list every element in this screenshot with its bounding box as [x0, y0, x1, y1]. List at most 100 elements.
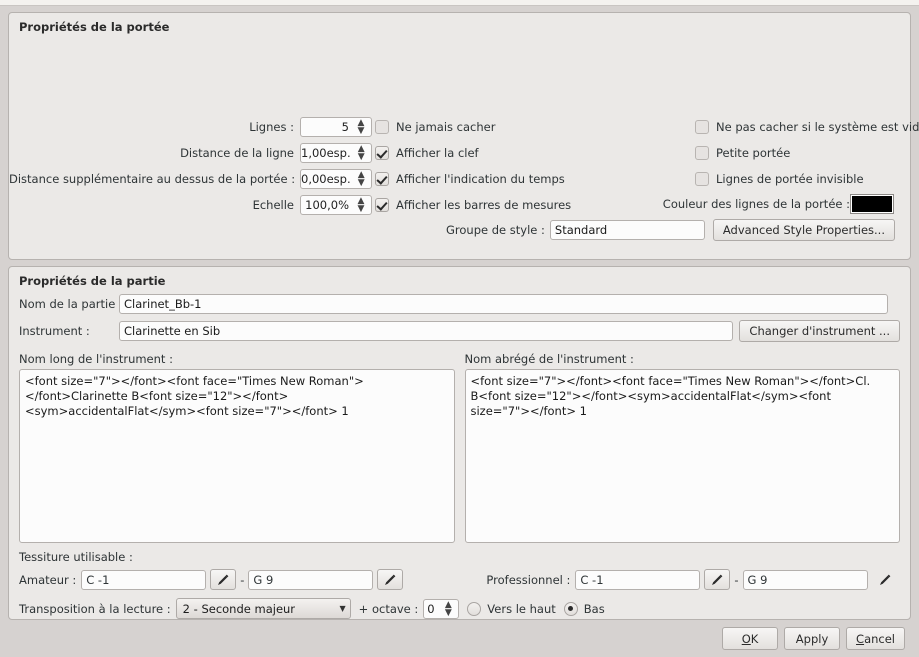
part-name-value: Clarinet_Bb-1 [124, 297, 202, 311]
cancel-mnemonic: C [856, 631, 865, 646]
amateur-min-input[interactable]: C -1 [81, 569, 207, 590]
line-distance-value: 1,00esp. [301, 146, 351, 160]
part-name-label: Nom de la partie : [19, 297, 123, 311]
instrument-names-columns: Nom long de l'instrument : <font size="7… [19, 344, 900, 543]
radio-button-selected-icon[interactable] [563, 601, 578, 616]
scale-label: Echelle [252, 198, 294, 212]
invisible-staff-lines-checkbox[interactable]: Lignes de portée invisible [695, 172, 864, 186]
professional-label: Professionnel : [486, 572, 571, 587]
staff-line-color-swatch[interactable] [850, 194, 894, 214]
amateur-max-pencil-button[interactable] [377, 569, 404, 590]
transposition-select[interactable]: 2 - Seconde majeur ▼ [175, 598, 351, 619]
line-distance-label: Distance de la ligne [180, 146, 294, 160]
short-name-textarea[interactable]: <font size="7"></font><font face="Times … [464, 369, 900, 543]
checkbox-check-icon[interactable] [375, 198, 389, 212]
staff-checkbox-column-1: Ne jamais cacher Afficher la clef Affich… [375, 116, 571, 220]
professional-min-pencil-button[interactable] [704, 569, 731, 590]
line-distance-spinbox[interactable]: 1,00esp. ▲ ▼ [300, 143, 372, 163]
staff-properties-title: Propriétés de la portée [19, 20, 170, 34]
checkbox-box-icon[interactable] [375, 120, 389, 134]
extra-distance-value: 0,00esp. [301, 172, 351, 186]
amateur-range-separator: - [240, 572, 245, 587]
transposition-value: 2 - Seconde majeur [182, 601, 296, 616]
invisible-staff-lines-label: Lignes de portée invisible [716, 172, 864, 186]
octave-spinbox[interactable]: 0 ▲ ▼ [423, 598, 460, 619]
never-hide-checkbox[interactable]: Ne jamais cacher [375, 120, 495, 134]
chevron-down-icon: ▼ [339, 604, 346, 613]
direction-down-radio[interactable]: Bas [563, 601, 605, 616]
staff-lines-value: 5 [341, 120, 349, 134]
spinner-arrows-icon[interactable]: ▲ ▼ [353, 119, 371, 136]
spinner-arrows-icon[interactable]: ▲ ▼ [353, 145, 371, 162]
checkbox-box-icon[interactable] [695, 120, 709, 134]
long-name-column: Nom long de l'instrument : <font size="7… [19, 344, 455, 543]
part-properties-title: Propriétés de la partie [19, 274, 166, 288]
ok-rest: K [750, 631, 759, 646]
spinner-arrows-icon[interactable]: ▲ ▼ [353, 197, 371, 214]
checkbox-row: Petite portée [695, 142, 919, 164]
cancel-rest: ancel [864, 631, 895, 646]
octave-value: 0 [427, 601, 435, 616]
show-time-signature-checkbox[interactable]: Afficher l'indication du temps [375, 172, 565, 186]
advanced-style-properties-button[interactable]: Advanced Style Properties... [712, 219, 895, 241]
usable-range-row: Amateur : C -1 - G 9 Professionnel: C -… [19, 569, 900, 590]
show-barlines-label: Afficher les barres de mesures [396, 198, 572, 212]
staff-line-color-row: Couleur des lignes de la portée : [663, 194, 894, 214]
checkbox-check-icon[interactable] [375, 172, 389, 186]
checkbox-box-icon[interactable] [695, 146, 709, 160]
dont-hide-empty-system-checkbox[interactable]: Ne pas cacher si le système est vide [695, 120, 919, 134]
style-group-value: Standard [554, 223, 608, 237]
checkbox-row: Afficher la clef [375, 142, 571, 164]
professional-max-input[interactable]: G 9 [742, 569, 868, 590]
never-hide-label: Ne jamais cacher [396, 120, 496, 134]
professional-max-value: G 9 [747, 572, 768, 587]
show-barlines-checkbox[interactable]: Afficher les barres de mesures [375, 198, 571, 212]
checkbox-row: Lignes de portée invisible [695, 168, 919, 190]
amateur-max-input[interactable]: G 9 [248, 569, 374, 590]
professional-max-pencil-button[interactable] [872, 569, 898, 590]
checkbox-row: Afficher les barres de mesures [375, 194, 571, 216]
cancel-button[interactable]: Cancel [846, 627, 905, 650]
checkbox-box-icon[interactable] [695, 172, 709, 186]
pencil-icon [385, 574, 396, 585]
dialog-top-strip [0, 0, 919, 6]
pencil-icon [218, 574, 229, 585]
professional-min-value: C -1 [580, 572, 604, 587]
direction-up-label: Vers le haut [487, 601, 556, 616]
staff-lines-label: Lignes : [249, 120, 294, 134]
dont-hide-empty-system-label: Ne pas cacher si le système est vide [716, 120, 919, 134]
change-instrument-button[interactable]: Changer d'instrument ... [739, 320, 900, 342]
extra-distance-spinbox[interactable]: 0,00esp. ▲ ▼ [300, 169, 372, 189]
show-clef-checkbox[interactable]: Afficher la clef [375, 146, 479, 160]
professional-min-input[interactable]: C -1 [575, 569, 701, 590]
apply-button[interactable]: Apply [784, 627, 841, 650]
ok-mnemonic: O [741, 631, 751, 646]
ok-button[interactable]: OK [722, 627, 779, 650]
part-name-input[interactable]: Clarinet_Bb-1 [119, 294, 888, 314]
radio-button-icon[interactable] [467, 601, 482, 616]
small-staff-checkbox[interactable]: Petite portée [695, 146, 790, 160]
pencil-icon [712, 574, 723, 585]
staff-lines-spinbox[interactable]: 5 ▲ ▼ [300, 117, 372, 137]
instrument-row: Instrument : Clarinette en Sib Changer d… [19, 320, 900, 342]
long-name-label: Nom long de l'instrument : [19, 352, 173, 366]
style-group-row: Groupe de style : Standard Advanced Styl… [446, 219, 895, 241]
instrument-label: Instrument : [19, 324, 90, 338]
direction-up-radio[interactable]: Vers le haut [467, 601, 556, 616]
short-name-label: Nom abrégé de l'instrument : [464, 352, 634, 366]
instrument-input[interactable]: Clarinette en Sib [119, 321, 734, 341]
spinner-arrows-icon[interactable]: ▲ ▼ [440, 600, 458, 617]
checkbox-check-icon[interactable] [375, 146, 389, 160]
scale-spinbox[interactable]: 100,0% ▲ ▼ [300, 195, 372, 215]
amateur-max-value: G 9 [253, 572, 274, 587]
short-name-column: Nom abrégé de l'instrument : <font size=… [464, 344, 900, 543]
spinner-arrows-icon[interactable]: ▲ ▼ [353, 171, 371, 188]
part-name-row: Nom de la partie : Clarinet_Bb-1 [19, 294, 900, 314]
style-group-input[interactable]: Standard [549, 220, 705, 240]
show-clef-label: Afficher la clef [396, 146, 479, 160]
transposition-label: Transposition à la lecture : [19, 601, 171, 616]
show-time-signature-label: Afficher l'indication du temps [396, 172, 565, 186]
checkbox-row: Afficher l'indication du temps [375, 168, 571, 190]
amateur-min-pencil-button[interactable] [210, 569, 237, 590]
long-name-textarea[interactable]: <font size="7"></font><font face="Times … [19, 369, 455, 543]
